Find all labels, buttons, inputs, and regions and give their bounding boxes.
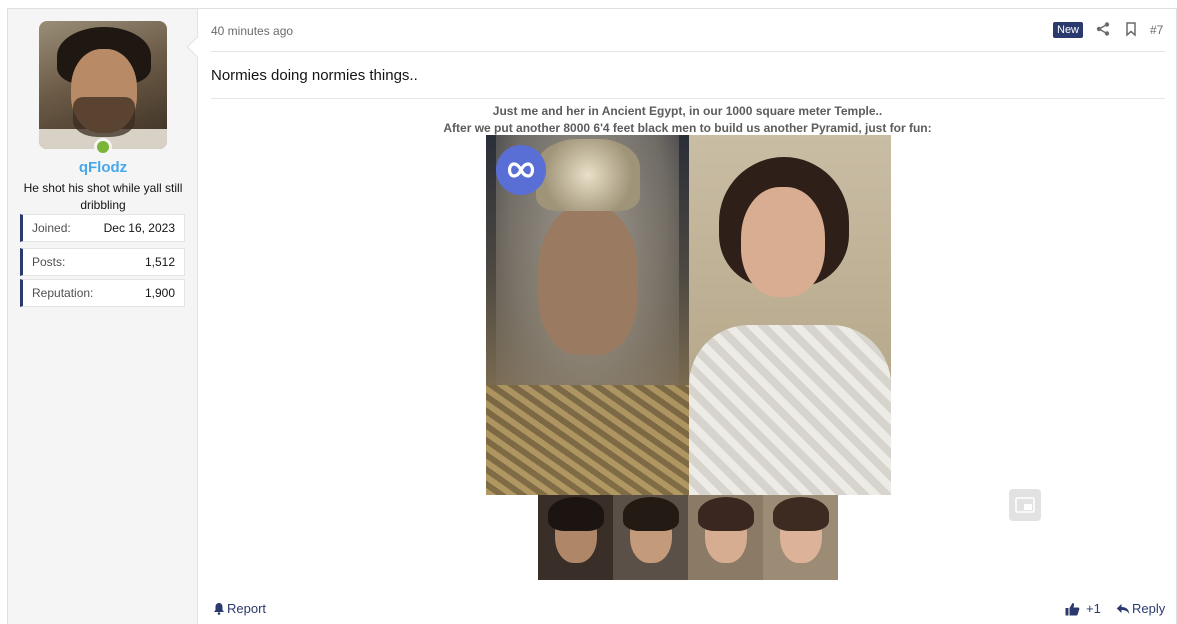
report-label: Report (227, 601, 267, 616)
share-icon[interactable] (1095, 21, 1113, 39)
forum-post: qFlodz He shot his shot while yall still… (7, 8, 1177, 624)
thumbnail[interactable] (688, 495, 763, 580)
user-title: He shot his shot while yall still dribbl… (23, 181, 183, 212)
message-title: Normies doing normies things.. (211, 67, 418, 84)
post-number-link[interactable]: #7 (1150, 23, 1163, 37)
reaction-count[interactable]: +1 (1086, 601, 1101, 616)
user-sidebar: qFlodz He shot his shot while yall still… (8, 9, 198, 624)
new-badge: New (1053, 22, 1084, 38)
thumbnail[interactable] (763, 495, 838, 580)
stat-value: Dec 16, 2023 (103, 221, 175, 235)
like-button[interactable]: +1 (1065, 601, 1101, 616)
stat-label: Posts: (32, 255, 66, 269)
post-image-thumbnails[interactable] (538, 495, 838, 580)
post-time[interactable]: 40 minutes ago (211, 24, 293, 38)
caption-line-1: Just me and her in Ancient Egypt, in our… (492, 104, 883, 118)
stat-value: 1,900 (144, 286, 175, 300)
bookmark-icon[interactable] (1123, 21, 1141, 39)
stat-posts: Posts: 1,512 (20, 248, 185, 276)
post-header: 40 minutes ago New #7 (211, 9, 1165, 52)
infinity-logo-icon (496, 145, 546, 195)
reply-icon (1116, 603, 1130, 614)
caption-line-2: After we put another 8000 6'4 feet black… (443, 121, 932, 135)
picture-in-picture-icon[interactable] (1009, 489, 1041, 521)
stat-reputation: Reputation: 1,900 (20, 279, 185, 307)
thumbs-up-icon (1065, 602, 1080, 615)
stat-value[interactable]: 1,512 (145, 255, 175, 269)
stat-label: Joined: (32, 221, 71, 235)
divider (211, 98, 1165, 99)
online-status-indicator (94, 138, 112, 156)
reply-label: Reply (1132, 601, 1166, 616)
stat-label: Reputation: (32, 286, 94, 300)
reply-button[interactable]: Reply (1116, 601, 1165, 616)
stat-joined: Joined: Dec 16, 2023 (20, 214, 185, 242)
bell-icon (214, 603, 224, 615)
post-main: 40 minutes ago New #7 Normies doing norm… (199, 9, 1176, 624)
post-image-main[interactable] (486, 135, 891, 495)
report-button[interactable]: Report (213, 601, 266, 616)
thumbnail[interactable] (613, 495, 688, 580)
username-link[interactable]: qFlodz (8, 159, 198, 176)
avatar[interactable] (39, 21, 167, 149)
thumbnail[interactable] (538, 495, 613, 580)
